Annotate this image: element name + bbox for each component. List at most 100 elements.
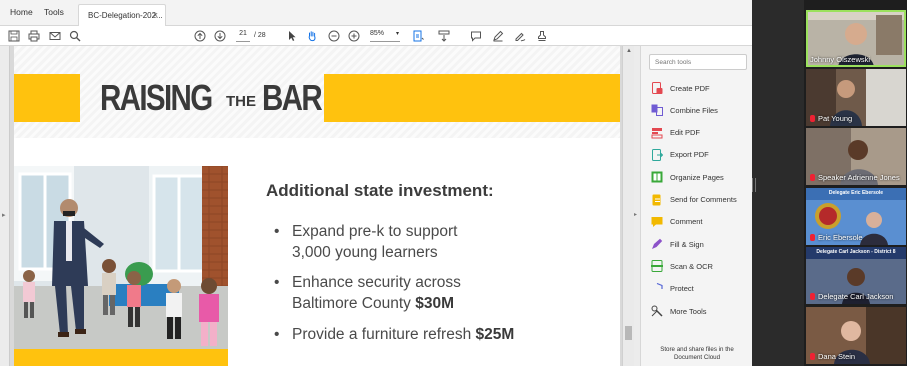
tab-bar: Home Tools BC-Delegation-202... ×	[0, 0, 752, 26]
previous-page-button[interactable]	[192, 28, 208, 44]
find-button[interactable]	[67, 28, 83, 44]
mic-muted-icon	[810, 293, 815, 300]
nav-tools[interactable]: Tools	[44, 7, 64, 17]
draw-tool-button[interactable]	[512, 28, 528, 44]
participant-name: Dana Stein	[818, 352, 856, 361]
tools-pane: Create PDF Combine Files Edit PDF Export PD…	[640, 46, 752, 366]
next-page-button[interactable]	[212, 28, 228, 44]
tool-organize-pages[interactable]: Organize Pages	[651, 169, 724, 185]
bullet-line: Expand pre-k to support	[292, 223, 458, 240]
tool-label: More Tools	[670, 306, 707, 316]
participant-name: Delegate Carl Jackson	[818, 292, 894, 301]
window-separator	[752, 0, 804, 366]
participant-name-label: Johnny Olszewski	[810, 55, 870, 64]
zoom-level-select[interactable]: 85% ▾	[370, 30, 400, 42]
left-pane-toggle[interactable]: ▸	[0, 46, 10, 366]
bullet-amount: $25M	[475, 326, 515, 343]
document-area[interactable]: ▸ RAISING THE BAR Additional state inves…	[0, 46, 640, 366]
tool-export-pdf[interactable]: Export PDF	[651, 147, 709, 163]
tool-protect[interactable]: Protect	[651, 281, 694, 297]
tool-label: Export PDF	[670, 150, 709, 160]
edit-pdf-icon	[651, 127, 663, 139]
search-tools-input[interactable]	[649, 54, 747, 70]
zoom-in-button[interactable]	[346, 28, 362, 44]
participant-tile[interactable]: Delegate Eric Ebersole Eric Ebersole	[806, 188, 906, 245]
nav-home[interactable]: Home	[10, 7, 33, 17]
title-bar-left	[14, 74, 80, 122]
document-cloud-promo[interactable]: Store and share files in the Document Cl…	[645, 346, 749, 362]
print-button[interactable]	[26, 28, 42, 44]
bullet-line: Enhance security across	[292, 274, 461, 291]
pen-icon	[493, 30, 504, 42]
tool-more-tools[interactable]: More Tools	[651, 303, 707, 319]
participant-banner: Delegate Carl Jackson - District 8	[816, 249, 896, 255]
bullet-item: • Provide a furniture refresh $25M	[274, 324, 515, 345]
tool-label: Edit PDF	[670, 128, 701, 138]
chevron-right-icon: ▸	[634, 212, 638, 218]
slide-heading: Additional state investment:	[266, 181, 494, 200]
participant-name: Eric Ebersole	[818, 233, 863, 242]
tool-send-for-comments[interactable]: Send for Comments	[651, 192, 737, 208]
tool-combine-files[interactable]: Combine Files	[651, 102, 718, 118]
scrollbar-thumb[interactable]	[625, 326, 632, 340]
participant-tile[interactable]: Delegate Carl Jackson - District 8 Delega…	[806, 247, 906, 304]
participant-name-label: Pat Young	[810, 114, 852, 123]
tab-document[interactable]: BC-Delegation-202... ×	[78, 4, 166, 26]
hand-tool-button[interactable]	[304, 28, 320, 44]
page-number-input[interactable]: 21	[236, 30, 250, 42]
footer-bar	[14, 349, 228, 366]
cursor-icon	[289, 31, 296, 41]
tool-label: Send for Comments	[670, 195, 737, 204]
tool-label: Combine Files	[670, 105, 718, 115]
more-tools-icon	[651, 305, 663, 317]
cloud-promo-line: Document Cloud	[673, 354, 721, 361]
hand-icon	[308, 31, 316, 42]
vertical-scrollbar[interactable]: ▲	[622, 46, 634, 366]
fit-page-icon	[413, 30, 424, 42]
tool-edit-pdf[interactable]: Edit PDF	[651, 125, 700, 141]
stamp-tool-button[interactable]	[534, 28, 550, 44]
comment-tool-button[interactable]	[468, 28, 484, 44]
bullet-item: • Expand pre-k to support 3,000 young le…	[274, 221, 458, 263]
scroll-mode-icon	[438, 30, 450, 42]
tab-close-icon[interactable]: ×	[153, 10, 158, 20]
combine-files-icon	[651, 104, 663, 117]
export-pdf-icon	[652, 148, 663, 161]
mic-muted-icon	[810, 234, 815, 241]
tool-comment[interactable]: Comment	[651, 214, 703, 230]
participant-tile[interactable]: Johnny Olszewski	[806, 10, 906, 67]
participant-tile[interactable]: Dana Stein	[806, 307, 906, 364]
email-button[interactable]	[47, 28, 63, 44]
resize-handle[interactable]	[752, 178, 756, 192]
scroll-up-icon[interactable]: ▲	[626, 48, 632, 54]
search-icon	[69, 30, 81, 42]
highlight-tool-button[interactable]	[490, 28, 506, 44]
participant-name-label: Eric Ebersole	[810, 233, 863, 242]
participant-name: Johnny Olszewski	[810, 55, 871, 64]
bullet-dot: •	[274, 274, 280, 291]
tool-label: Organize Pages	[670, 172, 724, 182]
classroom-illustration	[14, 166, 228, 366]
participant-name: Pat Young	[818, 114, 853, 123]
fit-page-button[interactable]	[410, 28, 426, 44]
tool-label: Comment	[670, 217, 703, 227]
save-button[interactable]	[6, 28, 22, 44]
video-gallery: Johnny Olszewski Pat Young Speaker Adrienn…	[804, 0, 907, 366]
select-tool-button[interactable]	[284, 28, 300, 44]
bullet-line: 3,000 young learners	[292, 244, 438, 261]
scroll-mode-button[interactable]	[436, 28, 452, 44]
toolbar: 21 / 28 85% ▾	[0, 26, 752, 46]
fill-sign-icon	[652, 238, 663, 250]
bullet-text: Provide a furniture refresh	[292, 326, 472, 343]
tab-document-title: BC-Delegation-202...	[88, 11, 163, 20]
participant-tile[interactable]: Pat Young	[806, 69, 906, 126]
participant-tile[interactable]: Speaker Adrienne Jones	[806, 128, 906, 185]
bullet-item: • Enhance security across Baltimore Coun…	[274, 272, 461, 314]
participant-name: Speaker Adrienne Jones	[818, 173, 900, 182]
tool-create-pdf[interactable]: Create PDF	[651, 80, 710, 96]
tool-fill-sign[interactable]: Fill & Sign	[651, 236, 704, 252]
zoom-out-button[interactable]	[326, 28, 342, 44]
bullet-amount: $30M	[415, 295, 454, 312]
send-for-comments-icon	[652, 194, 661, 205]
tool-scan-ocr[interactable]: Scan & OCR	[651, 258, 713, 274]
